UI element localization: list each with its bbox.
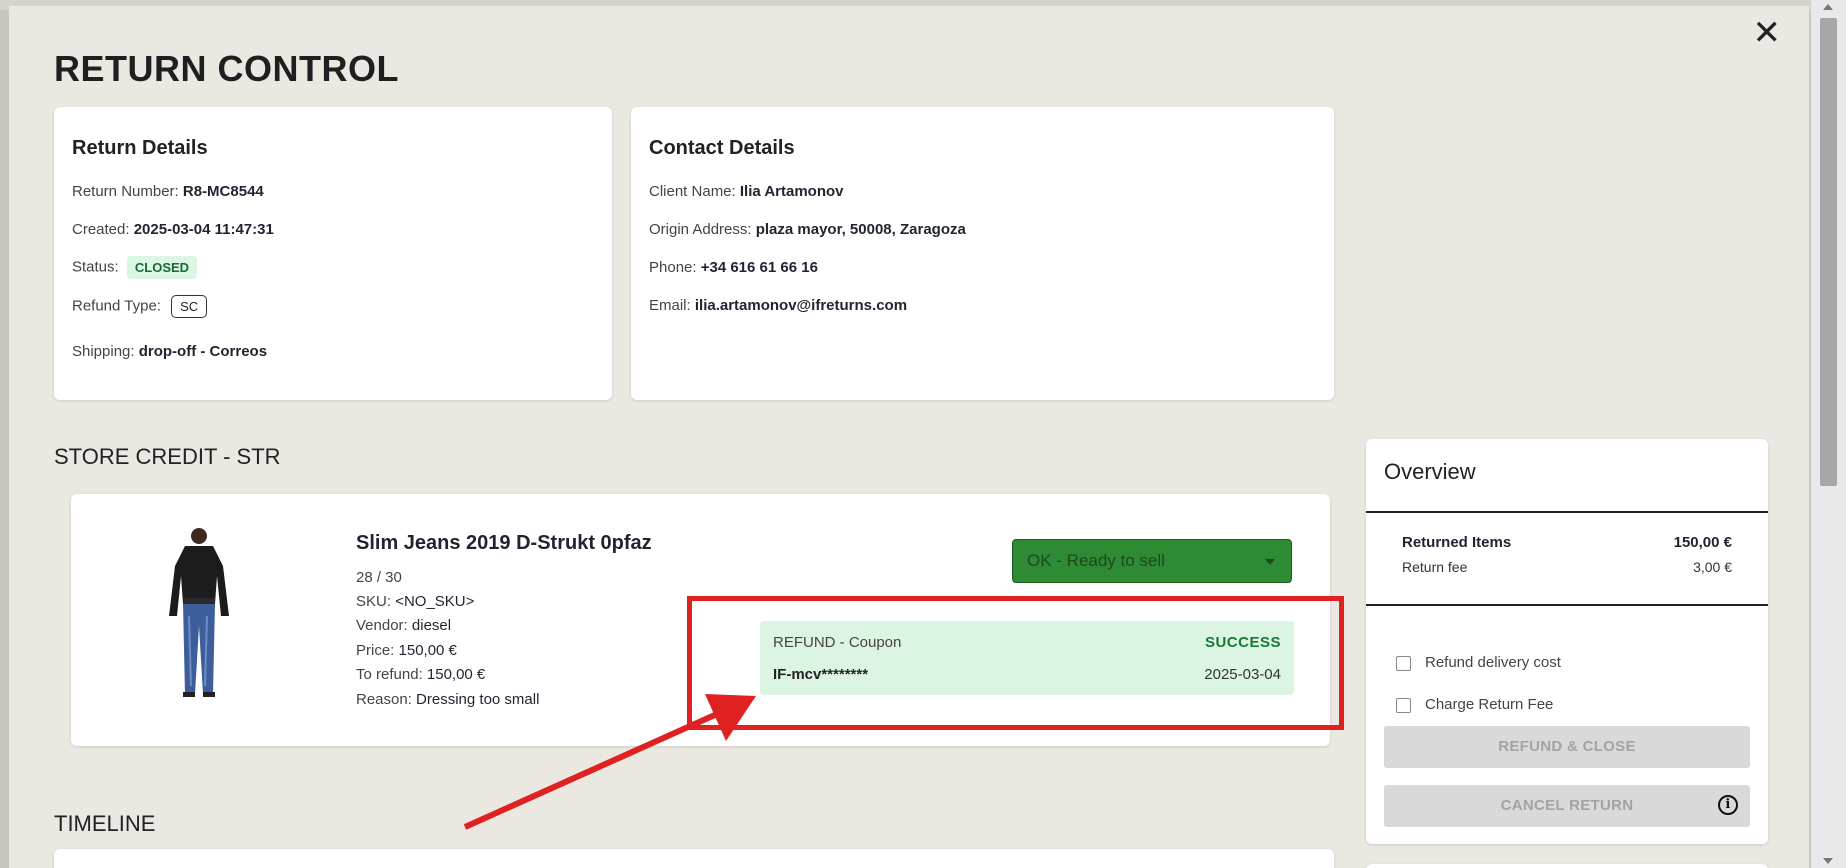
arrow-annotation-icon	[463, 694, 756, 830]
return-fee-value: 3,00 €	[1693, 559, 1732, 575]
vendor-value: diesel	[411, 617, 452, 634]
product-size: 28 / 30	[356, 569, 402, 586]
shipping-value: drop-off - Correos	[138, 343, 268, 360]
returned-items-label: Returned Items	[1402, 534, 1512, 551]
cancel-return-button[interactable]: CANCEL RETURN i	[1384, 785, 1750, 827]
product-vendor-row: Vendor: diesel	[356, 617, 451, 634]
shipping-row: Shipping: drop-off - Correos	[72, 343, 267, 360]
shipping-label: Shipping:	[72, 343, 135, 360]
returned-items-row: Returned Items 150,00 €	[1402, 534, 1732, 551]
chevron-down-icon	[1265, 559, 1275, 565]
scroll-up-icon[interactable]	[1823, 4, 1833, 10]
return-number-value: R8-MC8544	[182, 183, 264, 200]
scrollbar-thumb[interactable]	[1820, 18, 1837, 486]
return-number-label: Return Number:	[72, 183, 179, 200]
product-to-refund-row: To refund: 150,00 €	[356, 666, 485, 683]
return-details-card: Return Details Return Number: R8-MC8544 …	[54, 107, 612, 400]
timeline-card	[54, 849, 1334, 868]
product-name: Slim Jeans 2019 D-Strukt 0pfaz	[356, 532, 652, 554]
return-fee-label: Return fee	[1402, 559, 1468, 575]
returned-items-value: 150,00 €	[1673, 534, 1732, 551]
created-value: 2025-03-04 11:47:31	[133, 221, 274, 238]
condition-select-value: OK - Ready to sell	[1027, 551, 1165, 570]
scroll-down-icon[interactable]	[1823, 858, 1833, 864]
client-name-value: Ilia Artamonov	[739, 183, 844, 200]
overview-heading: Overview	[1384, 459, 1476, 484]
email-label: Email:	[649, 297, 691, 314]
secondary-side-card	[1366, 864, 1768, 868]
condition-select[interactable]: OK - Ready to sell	[1012, 539, 1292, 583]
client-name-row: Client Name: Ilia Artamonov	[649, 183, 844, 200]
info-icon[interactable]: i	[1718, 795, 1738, 815]
created-row: Created: 2025-03-04 11:47:31	[72, 221, 274, 238]
vendor-label: Vendor:	[356, 617, 408, 634]
store-credit-title: STORE CREDIT - STR	[54, 444, 281, 469]
product-price-row: Price: 150,00 €	[356, 642, 457, 659]
status-label: Status:	[72, 258, 119, 276]
return-number-row: Return Number: R8-MC8544	[72, 183, 264, 200]
refund-close-button[interactable]: REFUND & CLOSE	[1384, 726, 1750, 768]
price-value: 150,00 €	[398, 642, 457, 659]
refund-type-label: Refund Type:	[72, 297, 161, 315]
origin-address-value: plaza mayor, 50008, Zaragoza	[755, 221, 966, 238]
charge-fee-checkbox[interactable]: Charge Return Fee	[1396, 696, 1553, 713]
origin-address-row: Origin Address: plaza mayor, 50008, Zara…	[649, 221, 966, 238]
refund-type-badge: SC	[171, 295, 208, 318]
timeline-title: TIMELINE	[54, 811, 156, 836]
charge-fee-label: Charge Return Fee	[1425, 696, 1554, 713]
return-details-heading: Return Details	[72, 137, 208, 159]
contact-details-card: Contact Details Client Name: Ilia Artamo…	[631, 107, 1334, 400]
phone-row: Phone: +34 616 61 66 16	[649, 259, 818, 276]
to-refund-label: To refund:	[356, 666, 423, 683]
cancel-return-label: CANCEL RETURN	[1500, 797, 1634, 814]
client-name-label: Client Name:	[649, 183, 736, 200]
page-scrollbar[interactable]	[1811, 0, 1846, 868]
contact-details-heading: Contact Details	[649, 137, 795, 159]
page-title: RETURN CONTROL	[54, 48, 399, 89]
status-badge: CLOSED	[126, 256, 198, 279]
sku-value: <NO_SKU>	[395, 593, 475, 610]
email-value: ilia.artamonov@ifreturns.com	[694, 297, 908, 314]
phone-value: +34 616 61 66 16	[700, 259, 818, 276]
to-refund-value: 150,00 €	[426, 666, 486, 683]
overview-divider-top	[1366, 511, 1768, 513]
origin-address-label: Origin Address:	[649, 221, 752, 238]
highlight-annotation-box	[687, 596, 1344, 730]
email-row: Email: ilia.artamonov@ifreturns.com	[649, 297, 907, 314]
status-row: Status: CLOSED	[72, 256, 198, 279]
return-fee-row: Return fee 3,00 €	[1402, 559, 1732, 575]
sku-label: SKU:	[356, 593, 392, 610]
checkbox-icon[interactable]	[1396, 697, 1411, 713]
created-label: Created:	[72, 221, 130, 238]
checkbox-icon[interactable]	[1396, 655, 1411, 671]
overview-divider-bottom	[1366, 604, 1768, 606]
refund-delivery-checkbox[interactable]: Refund delivery cost	[1396, 654, 1561, 671]
product-sku-row: SKU: <NO_SKU>	[356, 593, 474, 610]
phone-label: Phone:	[649, 259, 697, 276]
price-label: Price:	[356, 642, 395, 659]
close-icon[interactable]: ✕	[1753, 16, 1782, 50]
reason-label: Reason:	[356, 691, 412, 708]
overview-card: Overview Returned Items 150,00 € Return …	[1366, 439, 1768, 844]
return-control-modal: ✕ RETURN CONTROL Return Details Return N…	[9, 6, 1809, 868]
product-image	[169, 528, 229, 697]
refund-type-row: Refund Type: SC	[72, 295, 208, 318]
refund-delivery-label: Refund delivery cost	[1425, 654, 1561, 671]
